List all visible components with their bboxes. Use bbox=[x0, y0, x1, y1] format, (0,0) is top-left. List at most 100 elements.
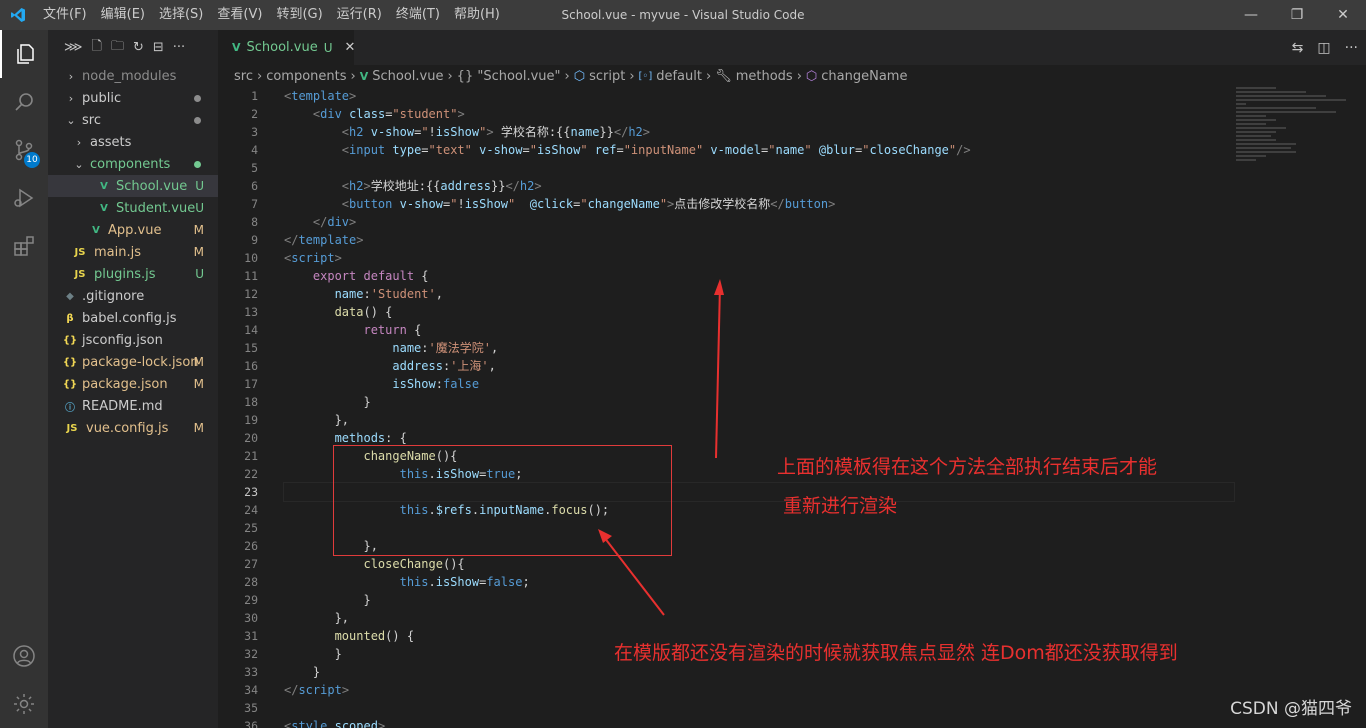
breadcrumb-item[interactable]: script bbox=[589, 69, 625, 84]
line-number: 5 bbox=[251, 161, 258, 175]
code-editor[interactable]: 1 2 3 4 5 6 7 8 9 10 11 12 13 14 15 16 17 18 19 20 21 22 23 24 2… bbox=[218, 87, 1366, 728]
tree-item-gitignore[interactable]: ◆ .gitignore bbox=[48, 285, 218, 307]
account-icon[interactable] bbox=[0, 632, 48, 680]
line-number: 30 bbox=[244, 611, 258, 625]
run-debug-icon[interactable] bbox=[0, 174, 48, 222]
breadcrumb-item[interactable]: methods bbox=[736, 69, 793, 84]
new-folder-icon[interactable]: 🗀 bbox=[111, 37, 124, 59]
tree-item-jsconfig[interactable]: {} jsconfig.json bbox=[48, 329, 218, 351]
line-number: 35 bbox=[244, 701, 258, 715]
menu-terminal[interactable]: 终端(T) bbox=[389, 0, 447, 30]
tree-item-label: .gitignore bbox=[82, 288, 145, 304]
minimize-button[interactable]: — bbox=[1228, 0, 1274, 30]
tree-item-app-vue[interactable]: V App.vue M bbox=[48, 219, 218, 241]
new-file-icon[interactable]: 🗋 bbox=[92, 37, 102, 59]
symbol-method-icon: ⬡ bbox=[805, 68, 818, 84]
line-number: 25 bbox=[244, 521, 258, 535]
menu-view[interactable]: 查看(V) bbox=[210, 0, 269, 30]
line-number: 15 bbox=[244, 341, 258, 355]
code-line: }, bbox=[284, 413, 350, 427]
settings-gear-icon[interactable] bbox=[0, 680, 48, 728]
collapse-chevrons-icon[interactable]: ⋙ bbox=[64, 40, 83, 55]
breadcrumb: src › components › V School.vue › {} "School… bbox=[218, 65, 1366, 87]
line-number: 31 bbox=[244, 629, 258, 643]
editor-tab-bar: V School.vue U ✕ ⇆ ◫ ··· bbox=[218, 30, 1366, 65]
code-line-current bbox=[283, 482, 1235, 502]
breadcrumb-item[interactable]: School.vue bbox=[372, 69, 443, 84]
code-line: <script> bbox=[284, 251, 342, 265]
tree-item-src[interactable]: ⌄ src bbox=[48, 109, 218, 131]
tree-item-babel-config[interactable]: β babel.config.js bbox=[48, 307, 218, 329]
tree-item-label: App.vue bbox=[108, 222, 162, 238]
breadcrumb-item[interactable]: src bbox=[234, 69, 253, 84]
line-number: 32 bbox=[244, 647, 258, 661]
source-control-badge: 10 bbox=[24, 152, 40, 168]
tree-item-vue-config[interactable]: JS vue.config.js M bbox=[48, 417, 218, 439]
menu-run[interactable]: 运行(R) bbox=[330, 0, 389, 30]
tree-item-package-lock[interactable]: {} package-lock.json M bbox=[48, 351, 218, 373]
tab-school-vue[interactable]: V School.vue U ✕ bbox=[218, 30, 356, 65]
tree-item-node-modules[interactable]: › node_modules bbox=[48, 65, 218, 87]
code-line: closeChange(){ bbox=[363, 557, 465, 571]
json-file-icon: {} bbox=[62, 334, 78, 346]
tree-item-student-vue[interactable]: V Student.vue U bbox=[48, 197, 218, 219]
git-status-badge: M bbox=[193, 223, 204, 237]
minimap[interactable] bbox=[1236, 87, 1356, 187]
tree-item-package-json[interactable]: {} package.json M bbox=[48, 373, 218, 395]
more-actions-icon[interactable]: ··· bbox=[1345, 40, 1358, 56]
tree-item-plugins-js[interactable]: JS plugins.js U bbox=[48, 263, 218, 285]
menu-go[interactable]: 转到(G) bbox=[269, 0, 329, 30]
line-number: 22 bbox=[244, 467, 258, 481]
tree-item-label: src bbox=[82, 112, 101, 128]
code-line: <input type="text" v-show="isShow" ref="… bbox=[341, 143, 971, 157]
source-control-icon[interactable]: 10 bbox=[0, 126, 48, 174]
menu-help[interactable]: 帮助(H) bbox=[447, 0, 507, 30]
git-status-badge: U bbox=[195, 179, 204, 193]
breadcrumb-item[interactable]: changeName bbox=[821, 69, 907, 84]
code-lines: <template> <div class="student"> <h2 v-s… bbox=[283, 87, 1235, 728]
tree-item-assets[interactable]: › assets bbox=[48, 131, 218, 153]
more-actions-icon[interactable]: ··· bbox=[173, 40, 185, 55]
tree-item-readme[interactable]: ⓘ README.md bbox=[48, 395, 218, 417]
explorer-icon[interactable] bbox=[0, 30, 48, 78]
tree-item-label: babel.config.js bbox=[82, 310, 177, 326]
open-changes-icon[interactable]: ⇆ bbox=[1292, 40, 1304, 56]
split-editor-icon[interactable]: ◫ bbox=[1317, 40, 1330, 56]
code-line: }, bbox=[284, 611, 350, 625]
git-file-icon: ◆ bbox=[66, 290, 74, 302]
tree-item-school-vue[interactable]: V School.vue U bbox=[48, 175, 218, 197]
tree-item-public[interactable]: › public bbox=[48, 87, 218, 109]
collapse-all-icon[interactable]: ⊟ bbox=[153, 40, 164, 55]
line-number: 16 bbox=[244, 359, 258, 373]
git-status-badge: U bbox=[195, 201, 204, 215]
tree-item-label: School.vue bbox=[116, 178, 188, 194]
line-number: 3 bbox=[251, 125, 258, 139]
breadcrumb-item[interactable]: {} "School.vue" bbox=[457, 69, 561, 84]
tree-item-label: public bbox=[82, 90, 122, 106]
tree-item-label: package-lock.json bbox=[82, 354, 199, 370]
json-file-icon: {} bbox=[62, 378, 78, 390]
breadcrumb-item[interactable]: components bbox=[266, 69, 346, 84]
git-status-badge: M bbox=[193, 421, 204, 435]
refresh-icon[interactable]: ↻ bbox=[133, 40, 144, 55]
code-line: return { bbox=[363, 323, 422, 337]
breadcrumb-item[interactable]: default bbox=[656, 69, 702, 84]
tree-item-main-js[interactable]: JS main.js M bbox=[48, 241, 218, 263]
search-icon[interactable] bbox=[0, 78, 48, 126]
close-tab-icon[interactable]: ✕ bbox=[345, 40, 356, 55]
line-number: 34 bbox=[244, 683, 258, 697]
menu-edit[interactable]: 编辑(E) bbox=[94, 0, 152, 30]
code-line: <h2 v-show="!isShow"> 学校名称:{{name}}</h2> bbox=[341, 125, 651, 139]
code-line: <button v-show="!isShow" @click="changeN… bbox=[341, 197, 836, 211]
extensions-icon[interactable] bbox=[0, 222, 48, 270]
js-file-icon: JS bbox=[74, 268, 86, 280]
git-status-badge: M bbox=[193, 377, 204, 391]
close-window-button[interactable]: ✕ bbox=[1320, 0, 1366, 30]
restore-button[interactable]: ❐ bbox=[1274, 0, 1320, 30]
tree-item-components[interactable]: ⌄ components bbox=[48, 153, 218, 175]
menu-selection[interactable]: 选择(S) bbox=[152, 0, 210, 30]
menu-file[interactable]: 文件(F) bbox=[36, 0, 94, 30]
line-number: 24 bbox=[244, 503, 258, 517]
modified-dot-icon bbox=[194, 116, 201, 124]
